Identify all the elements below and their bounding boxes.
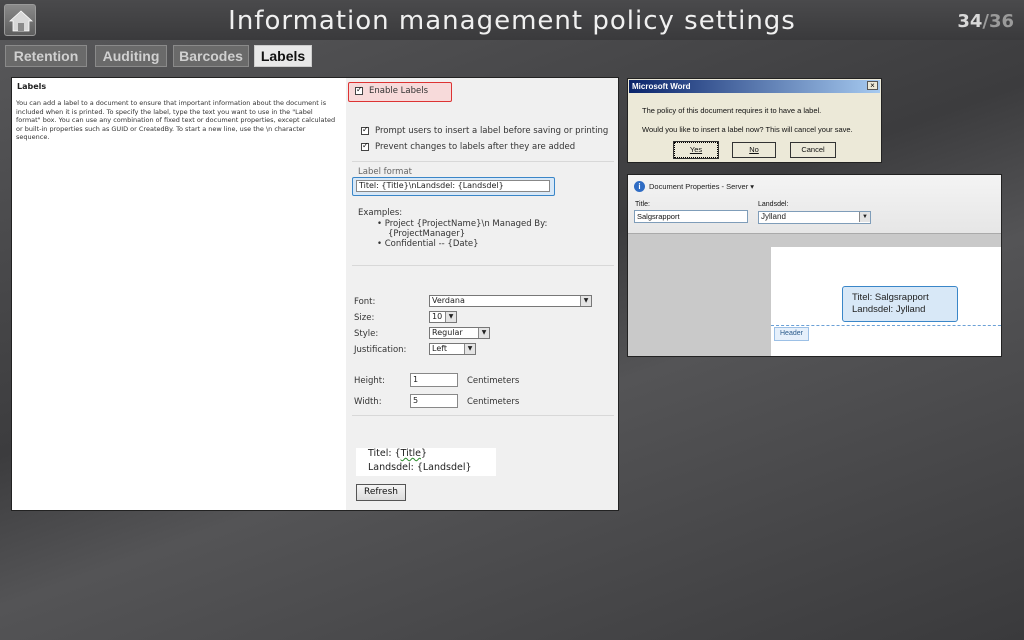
prompt-users-checkbox[interactable] (361, 125, 369, 135)
page-current: 34 (957, 11, 983, 32)
chevron-down-icon[interactable]: ▼ (445, 312, 456, 322)
example-1-line-2: {ProjectManager} (388, 229, 466, 239)
header-tag: Header (774, 327, 809, 341)
width-label: Width: (354, 397, 382, 407)
page-counter: 34/36 (957, 11, 1014, 32)
height-label: Height: (354, 376, 385, 386)
divider (352, 415, 614, 416)
justification-label: Justification: (354, 345, 407, 355)
height-unit: Centimeters (467, 376, 520, 386)
chevron-down-icon[interactable]: ▼ (464, 344, 475, 354)
document-properties-title[interactable]: Document Properties - Server ▾ (649, 182, 754, 191)
dialog-message-2: Would you like to insert a label now? Th… (642, 125, 853, 134)
enable-labels-option[interactable]: Enable Labels (355, 85, 429, 96)
slide-header: Information management policy settings 3… (0, 0, 1024, 40)
style-select[interactable]: Regular ▼ (429, 327, 490, 339)
no-button[interactable]: No (732, 142, 776, 158)
chevron-down-icon[interactable]: ▾ (750, 182, 754, 191)
prompt-users-option[interactable]: Prompt users to insert a label before sa… (361, 125, 609, 136)
page-total: /36 (982, 11, 1014, 32)
examples-title: Examples: (358, 208, 403, 218)
title-field-label: Title: (635, 201, 650, 208)
size-label: Size: (354, 313, 375, 323)
prevent-changes-option[interactable]: Prevent changes to labels after they are… (361, 141, 576, 152)
tab-retention[interactable]: Retention (5, 45, 87, 67)
preview-line-2: Landsdel: {Landsdel} (368, 462, 472, 473)
labels-description-column: Labels You can add a label to a document… (12, 78, 346, 510)
labels-heading: Labels (17, 82, 47, 91)
landsdel-field-label: Landsdel: (758, 201, 789, 208)
landsdel-select[interactable]: Jylland ▼ (758, 211, 871, 224)
label-preview: Titel: {Title} Landsdel: {Landsdel} (356, 448, 496, 476)
style-label: Style: (354, 329, 379, 339)
chevron-down-icon[interactable]: ▼ (580, 296, 591, 306)
label-format-title: Label format (358, 167, 412, 177)
dialog-message-1: The policy of this document requires it … (642, 106, 822, 115)
tab-auditing[interactable]: Auditing (95, 45, 167, 67)
dialog-title: Microsoft Word (629, 80, 880, 93)
labels-options-column: Enable Labels Prompt users to insert a l… (346, 78, 618, 510)
tab-barcodes[interactable]: Barcodes (173, 45, 249, 67)
preview-line-1: Titel: {Title} (368, 448, 428, 459)
cancel-button[interactable]: Cancel (790, 142, 836, 158)
divider (352, 161, 614, 162)
chevron-down-icon[interactable]: ▼ (478, 328, 489, 338)
refresh-button[interactable]: Refresh (356, 484, 406, 501)
info-icon: i (634, 181, 645, 192)
header-boundary (771, 325, 1001, 326)
prompt-users-text: Prompt users to insert a label before sa… (375, 126, 609, 136)
yes-button[interactable]: Yes (673, 141, 719, 159)
font-label: Font: (354, 297, 376, 307)
inserted-label: Titel: Salgsrapport Landsdel: Jylland (842, 286, 958, 322)
enable-labels-text: Enable Labels (369, 86, 429, 96)
prevent-changes-text: Prevent changes to labels after they are… (375, 142, 576, 152)
tab-labels[interactable]: Labels (254, 45, 312, 67)
document-properties-panel: i Document Properties - Server ▾ Title: … (627, 174, 1002, 357)
document-properties-bar: i Document Properties - Server ▾ Title: … (628, 175, 1001, 234)
inserted-label-line-1: Titel: Salgsrapport (852, 292, 929, 303)
label-format-input[interactable]: Titel: {Title}\nLandsdel: {Landsdel} (356, 180, 550, 192)
width-unit: Centimeters (467, 397, 520, 407)
height-input[interactable]: 1 (410, 373, 458, 387)
labels-settings-panel: Labels You can add a label to a document… (11, 77, 619, 511)
close-icon[interactable]: × (867, 81, 878, 90)
inserted-label-line-2: Landsdel: Jylland (852, 304, 926, 315)
labels-description: You can add a label to a document to ens… (16, 99, 336, 141)
width-input[interactable]: 5 (410, 394, 458, 408)
prevent-changes-checkbox[interactable] (361, 141, 369, 151)
slide-title: Information management policy settings (228, 6, 796, 36)
example-2: • Confidential -- {Date} (377, 239, 479, 249)
enable-labels-checkbox[interactable] (355, 85, 363, 95)
example-1-line-1: • Project {ProjectName}\n Managed By: (377, 219, 548, 229)
title-field[interactable]: Salgsrapport (634, 210, 748, 223)
word-label-dialog: Microsoft Word × The policy of this docu… (627, 78, 882, 163)
font-select[interactable]: Verdana ▼ (429, 295, 592, 307)
size-select[interactable]: 10 ▼ (429, 311, 457, 323)
divider (352, 265, 614, 266)
justification-select[interactable]: Left ▼ (429, 343, 476, 355)
chevron-down-icon[interactable]: ▼ (859, 212, 870, 222)
